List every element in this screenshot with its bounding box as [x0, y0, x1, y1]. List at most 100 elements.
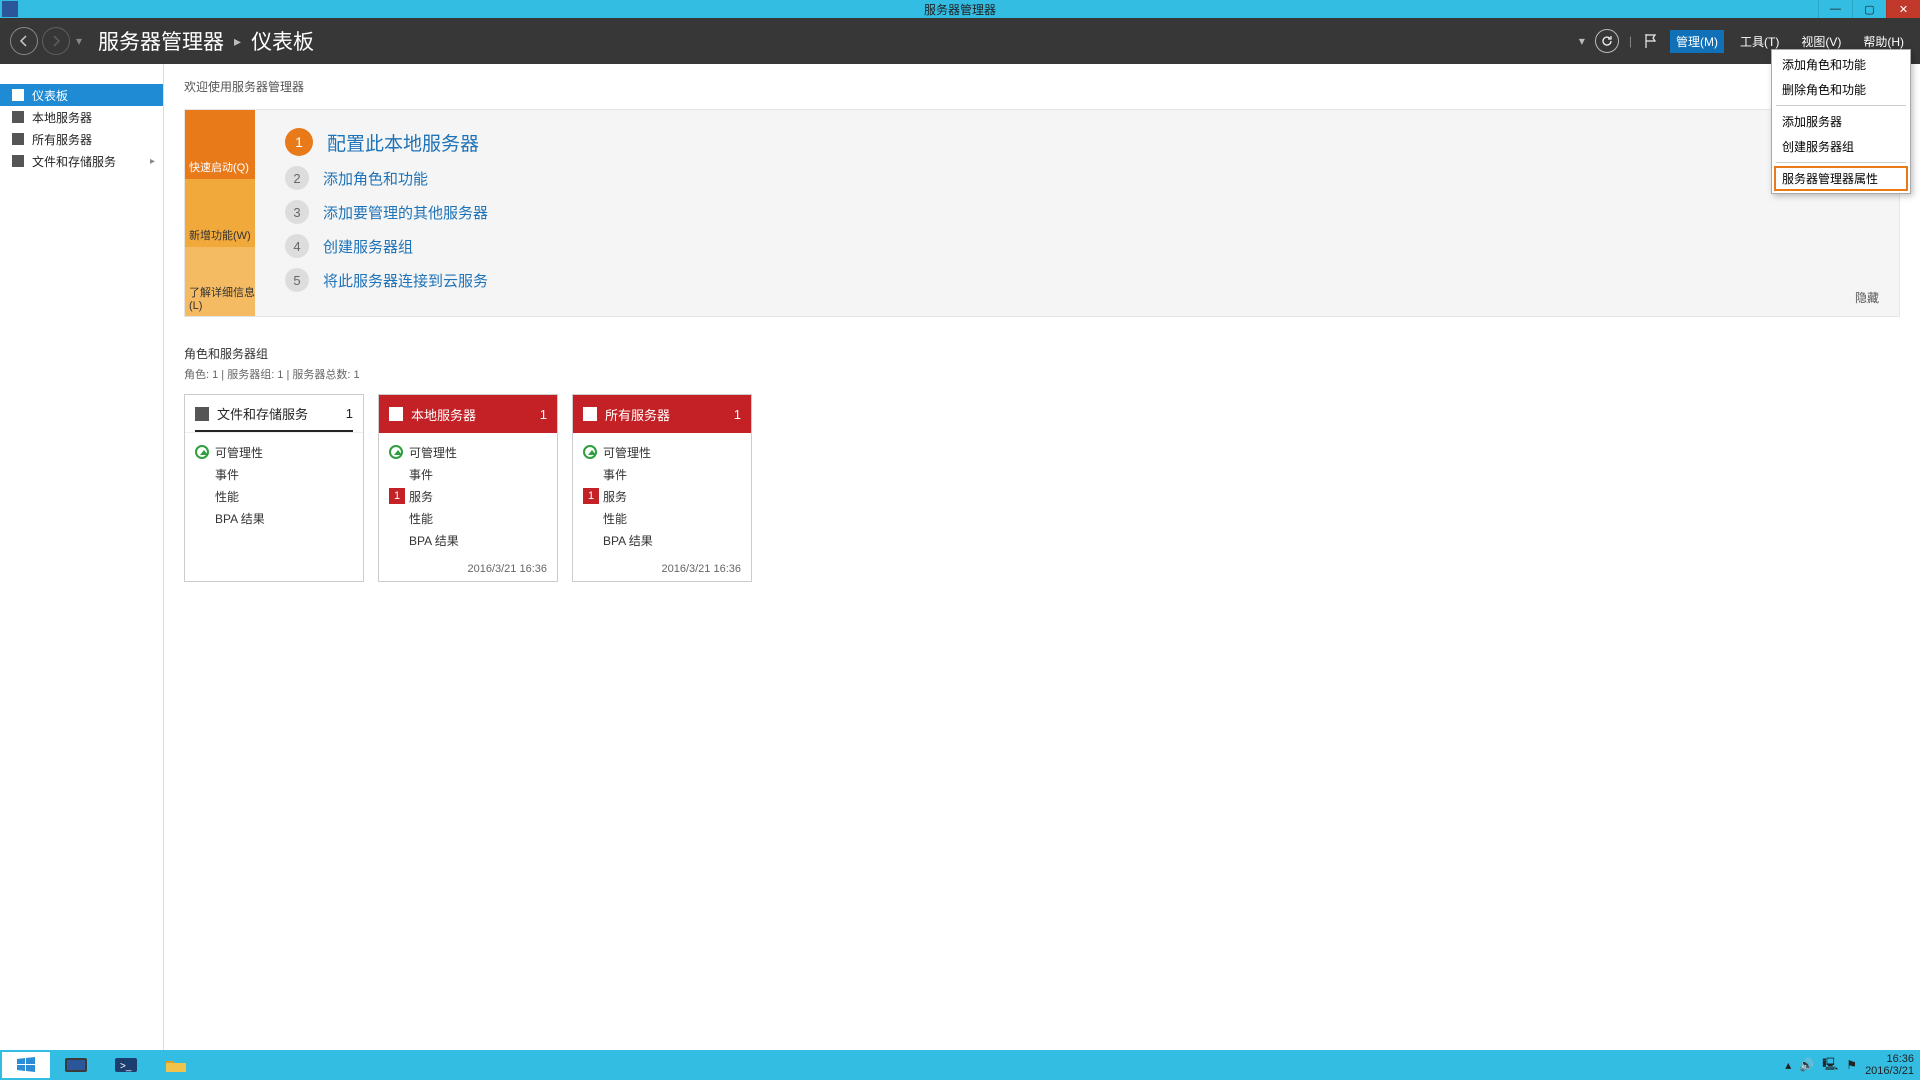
svg-text:>_: >_: [120, 1061, 132, 1072]
card-row-events[interactable]: 事件: [195, 463, 353, 485]
card-row-events[interactable]: 事件: [389, 463, 547, 485]
header-dropdown-caret[interactable]: ▾: [1579, 34, 1585, 48]
tile-learnmore[interactable]: 了解详细信息(L): [185, 247, 255, 316]
card-row-manageability[interactable]: 可管理性: [583, 441, 741, 463]
breadcrumb-root[interactable]: 服务器管理器: [98, 26, 224, 56]
volume-icon[interactable]: 🔊: [1799, 1058, 1814, 1072]
step-number: 1: [285, 128, 313, 156]
card-timestamp: 2016/3/21 16:36: [573, 557, 751, 581]
step-label: 添加要管理的其他服务器: [323, 202, 488, 223]
card-row-bpa[interactable]: BPA 结果: [583, 529, 741, 551]
card-count: 1: [540, 407, 547, 422]
card-all-servers[interactable]: 所有服务器 1 可管理性 事件 1服务 性能 BPA 结果 2016/3/21 …: [572, 394, 752, 582]
sidebar-item-local-server[interactable]: 本地服务器: [0, 106, 163, 128]
network-icon[interactable]: 🖳: [1822, 1055, 1838, 1076]
alert-badge: 1: [389, 488, 405, 504]
servers-icon: [583, 407, 597, 421]
server-manager-icon: [63, 1055, 89, 1075]
step-configure-local[interactable]: 1 配置此本地服务器: [285, 128, 1869, 156]
card-count: 1: [346, 406, 353, 421]
tray-expand-icon[interactable]: ▴: [1785, 1058, 1791, 1072]
nav-back-button[interactable]: [10, 27, 38, 55]
separator: |: [1629, 34, 1632, 48]
maximize-button[interactable]: ▢: [1852, 0, 1886, 18]
card-row-performance[interactable]: 性能: [389, 507, 547, 529]
clock[interactable]: 16:36 2016/3/21: [1865, 1053, 1914, 1077]
step-create-group[interactable]: 4 创建服务器组: [285, 234, 1869, 258]
sidebar-item-label: 本地服务器: [32, 109, 92, 126]
card-local-server[interactable]: 本地服务器 1 可管理性 事件 1服务 性能 BPA 结果 2016/3/21 …: [378, 394, 558, 582]
card-row-services[interactable]: 1服务: [389, 485, 547, 507]
card-file-storage[interactable]: 文件和存储服务 1 可管理性 事件 性能 BPA 结果: [184, 394, 364, 582]
action-center-icon[interactable]: ⚑: [1846, 1058, 1857, 1072]
card-row-events[interactable]: 事件: [583, 463, 741, 485]
sidebar-item-label: 文件和存储服务: [32, 153, 116, 170]
taskbar-explorer[interactable]: [152, 1052, 200, 1078]
powershell-icon: >_: [113, 1055, 139, 1075]
sidebar-item-file-storage[interactable]: 文件和存储服务 ▸: [0, 150, 163, 172]
welcome-panel: 快速启动(Q) 新增功能(W) 了解详细信息(L) 1 配置此本地服务器 2 添…: [184, 109, 1900, 317]
clock-date: 2016/3/21: [1865, 1065, 1914, 1077]
card-row-manageability[interactable]: 可管理性: [389, 441, 547, 463]
storage-icon: [12, 155, 24, 167]
dropdown-add-server[interactable]: 添加服务器: [1774, 109, 1908, 134]
card-row-performance[interactable]: 性能: [583, 507, 741, 529]
tile-whatsnew[interactable]: 新增功能(W): [185, 179, 255, 248]
dropdown-add-roles[interactable]: 添加角色和功能: [1774, 52, 1908, 77]
breadcrumb-separator-icon: ▸: [234, 33, 241, 50]
refresh-button[interactable]: [1595, 29, 1619, 53]
card-timestamp: [185, 569, 363, 581]
breadcrumb: 服务器管理器 ▸ 仪表板: [98, 26, 314, 56]
dropdown-separator: [1776, 105, 1906, 106]
ok-icon: [389, 445, 403, 459]
step-add-roles[interactable]: 2 添加角色和功能: [285, 166, 1869, 190]
alert-badge: 1: [583, 488, 599, 504]
card-row-manageability[interactable]: 可管理性: [195, 441, 353, 463]
cards-container: 文件和存储服务 1 可管理性 事件 性能 BPA 结果 本地服务器 1: [184, 394, 1900, 582]
storage-icon: [195, 407, 209, 421]
ok-icon: [195, 445, 209, 459]
dashboard-icon: [12, 89, 24, 101]
card-timestamp: 2016/3/21 16:36: [379, 557, 557, 581]
arrow-right-icon: [49, 34, 63, 48]
sidebar-item-dashboard[interactable]: 仪表板: [0, 84, 163, 106]
breadcrumb-page[interactable]: 仪表板: [251, 26, 314, 56]
step-connect-cloud[interactable]: 5 将此服务器连接到云服务: [285, 268, 1869, 292]
dropdown-separator: [1776, 162, 1906, 163]
sidebar-item-all-servers[interactable]: 所有服务器: [0, 128, 163, 150]
step-label: 添加角色和功能: [323, 168, 428, 189]
servers-icon: [12, 133, 24, 145]
sidebar-item-label: 所有服务器: [32, 131, 92, 148]
tile-quickstart[interactable]: 快速启动(Q): [185, 110, 255, 179]
step-label: 创建服务器组: [323, 236, 413, 257]
manage-dropdown: 添加角色和功能 删除角色和功能 添加服务器 创建服务器组 服务器管理器属性: [1771, 49, 1911, 194]
menu-manage[interactable]: 管理(M): [1670, 30, 1724, 53]
step-number: 2: [285, 166, 309, 190]
nav-forward-button[interactable]: [42, 27, 70, 55]
card-count: 1: [734, 407, 741, 422]
nav-dropdown-icon[interactable]: ▾: [76, 34, 82, 48]
dropdown-remove-roles[interactable]: 删除角色和功能: [1774, 77, 1908, 102]
card-title: 本地服务器: [411, 405, 476, 424]
card-row-performance[interactable]: 性能: [195, 485, 353, 507]
dropdown-properties[interactable]: 服务器管理器属性: [1774, 166, 1908, 191]
card-row-services[interactable]: 1服务: [583, 485, 741, 507]
minimize-button[interactable]: —: [1818, 0, 1852, 18]
notifications-flag-icon[interactable]: [1642, 32, 1660, 50]
hide-link[interactable]: 隐藏: [1855, 289, 1879, 306]
card-row-bpa[interactable]: BPA 结果: [195, 507, 353, 529]
card-title: 文件和存储服务: [217, 404, 308, 423]
server-icon: [12, 111, 24, 123]
close-button[interactable]: ✕: [1886, 0, 1920, 18]
dropdown-create-group[interactable]: 创建服务器组: [1774, 134, 1908, 159]
step-number: 3: [285, 200, 309, 224]
start-button[interactable]: [2, 1052, 50, 1078]
header-bar: ▾ 服务器管理器 ▸ 仪表板 ▾ | 管理(M) 工具(T) 视图(V) 帮助(…: [0, 18, 1920, 64]
card-row-bpa[interactable]: BPA 结果: [389, 529, 547, 551]
step-add-servers[interactable]: 3 添加要管理的其他服务器: [285, 200, 1869, 224]
card-header: 文件和存储服务 1: [185, 395, 363, 433]
arrow-left-icon: [17, 34, 31, 48]
taskbar-powershell[interactable]: >_: [102, 1052, 150, 1078]
taskbar-server-manager[interactable]: [52, 1052, 100, 1078]
welcome-heading: 欢迎使用服务器管理器: [184, 78, 1900, 95]
